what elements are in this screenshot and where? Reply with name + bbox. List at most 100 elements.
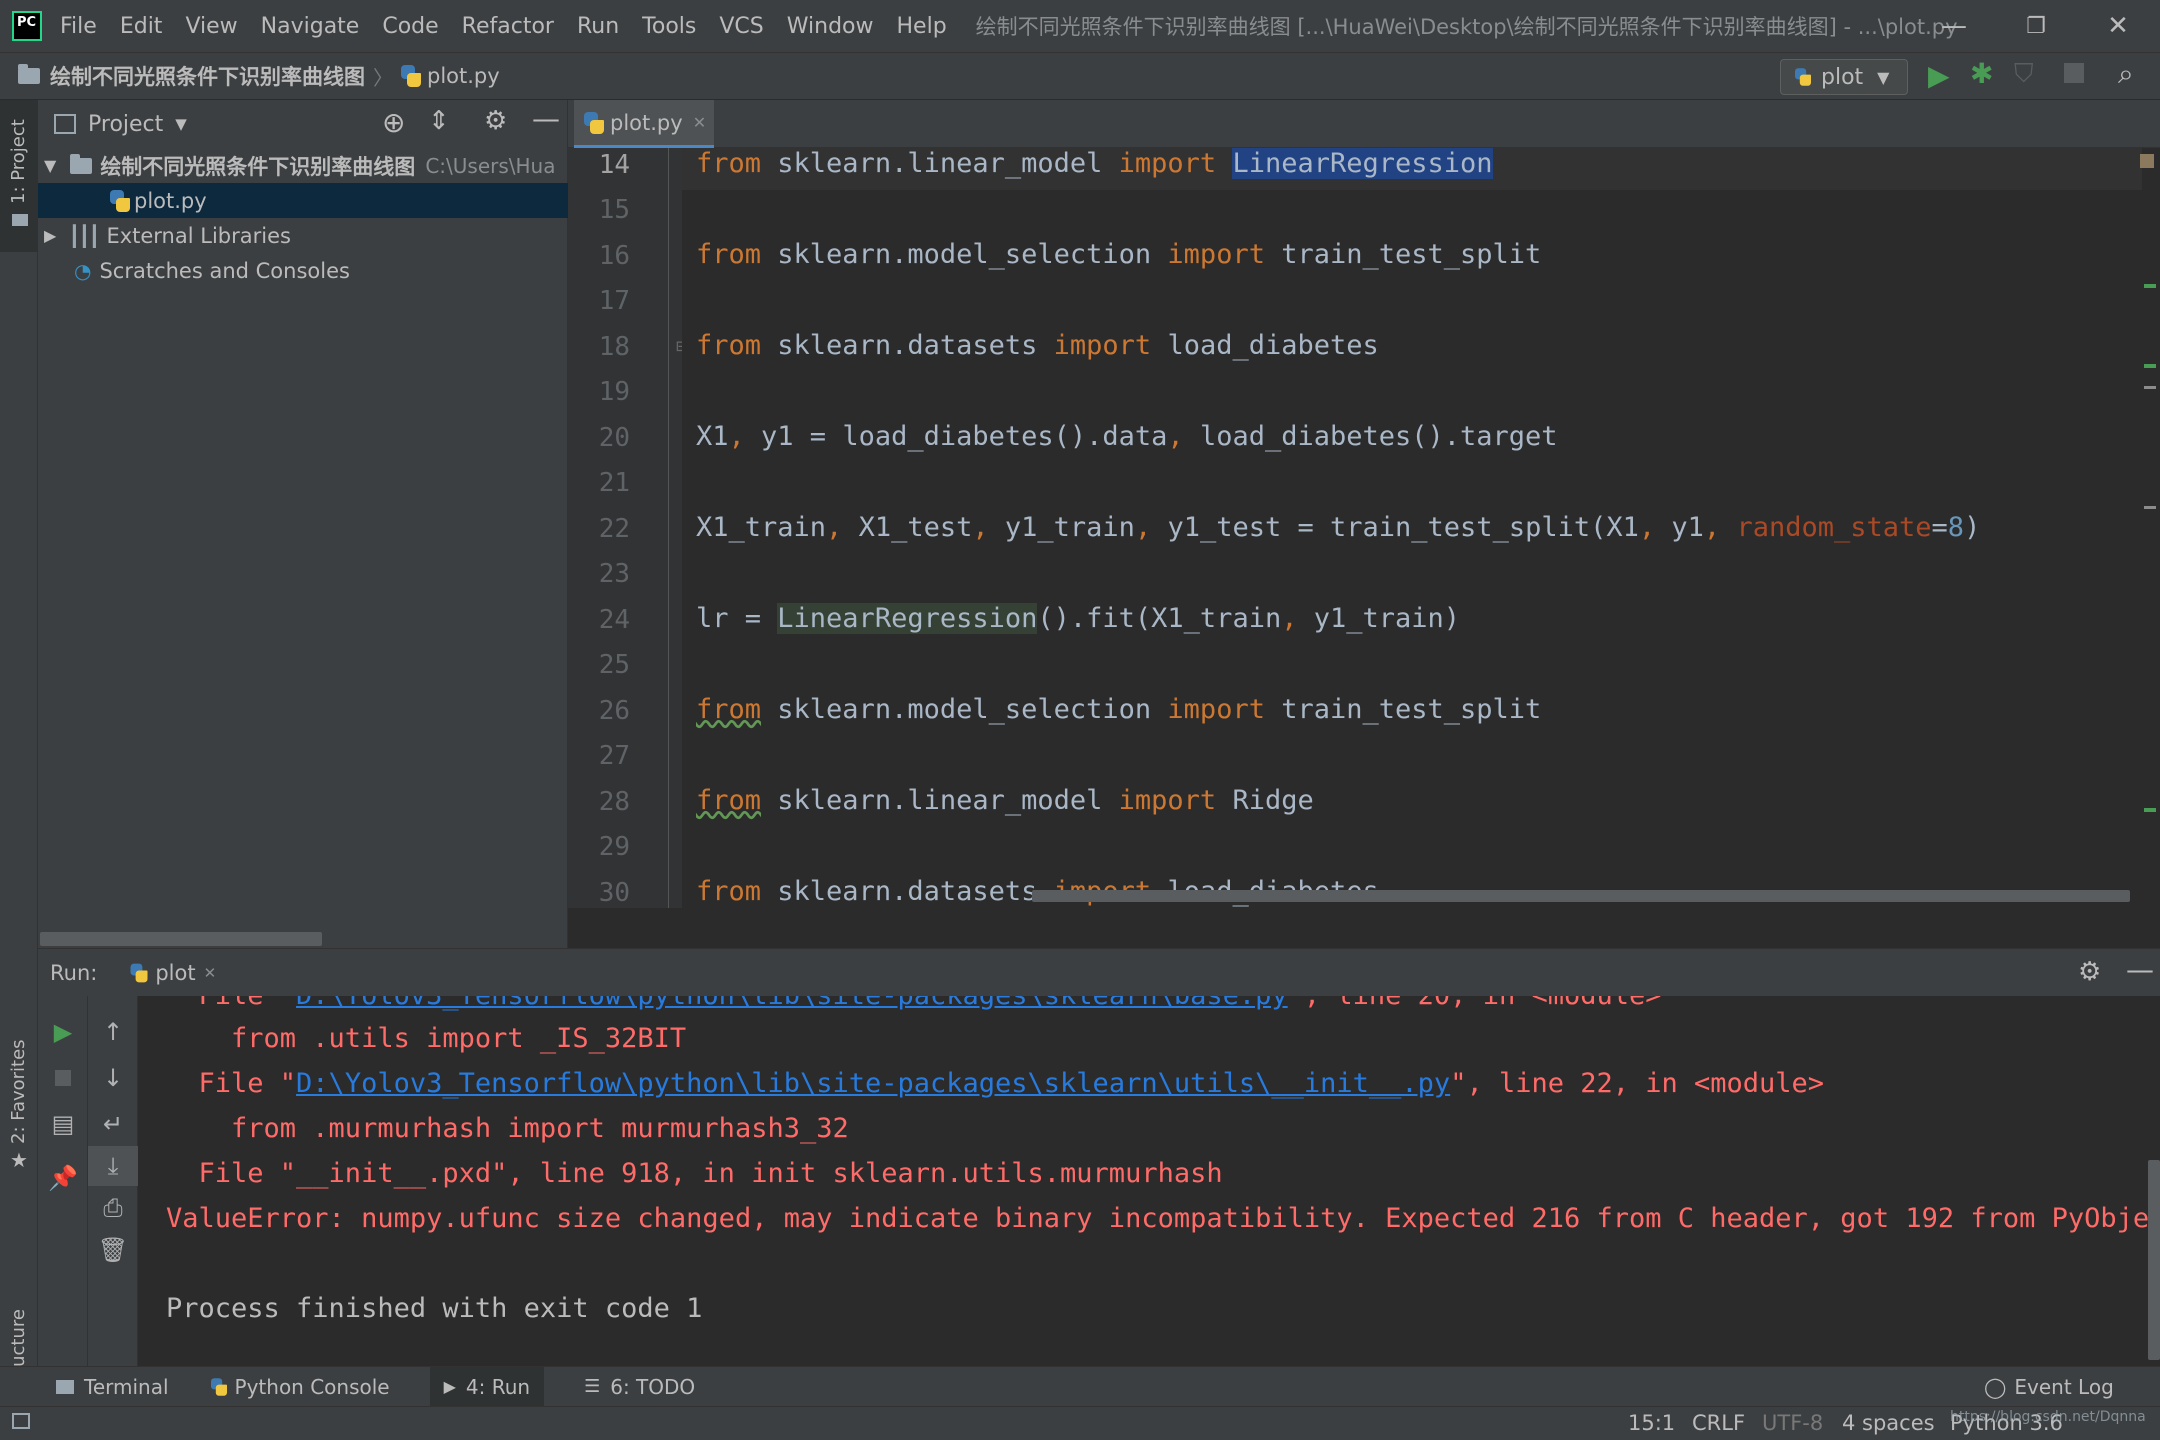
menu-refactor[interactable]: Refactor <box>462 14 554 39</box>
tab-terminal-label: Terminal <box>84 1374 169 1399</box>
soft-wrap-icon[interactable]: ↵ <box>88 1104 138 1144</box>
menu-run[interactable]: Run <box>577 14 619 39</box>
tab-terminal[interactable]: Terminal <box>56 1375 169 1399</box>
search-icon[interactable]: ⌕ <box>2118 57 2134 91</box>
chevron-down-icon: ▼ <box>1877 67 1890 87</box>
menu-vcs[interactable]: VCS <box>719 14 763 39</box>
stop-icon[interactable] <box>2064 63 2084 83</box>
locate-icon[interactable]: ⊕ <box>382 106 405 139</box>
menu-code[interactable]: Code <box>382 14 438 39</box>
gear-icon[interactable]: ⚙ <box>484 106 507 136</box>
error-stripe-marker[interactable] <box>2144 808 2156 812</box>
menu-navigate[interactable]: Navigate <box>261 14 360 39</box>
line-number: 15 <box>598 195 630 225</box>
tab-python-console-label: Python Console <box>234 1374 390 1399</box>
breadcrumb-file[interactable]: plot.py <box>427 64 500 88</box>
error-stripe-marker[interactable] <box>2144 386 2156 389</box>
run-tab-label[interactable]: plot <box>155 961 195 985</box>
console-file-link[interactable]: D:\Yolov3_Tensorflow\python\lib\site-pac… <box>296 996 1288 1011</box>
tree-item-label: Scratches and Consoles <box>99 258 350 283</box>
line-number: 20 <box>598 423 630 453</box>
pin-icon[interactable]: 📌 <box>38 1158 88 1198</box>
rerun-icon[interactable]: ▶ <box>38 1012 88 1052</box>
breadcrumb-project[interactable]: 绘制不同光照条件下识别率曲线图 <box>50 61 365 91</box>
menu-view[interactable]: View <box>185 14 237 39</box>
code-editor[interactable]: from sklearn.linear_model import LinearR… <box>682 148 2160 908</box>
tab-project[interactable]: 1: Project <box>8 119 29 204</box>
trash-icon[interactable]: 🗑 <box>88 1230 138 1270</box>
line-number: 18 <box>598 332 630 362</box>
breadcrumb-separator-icon: 〉 <box>373 65 393 90</box>
stop-button[interactable] <box>38 1058 88 1098</box>
file-encoding[interactable]: UTF-8 <box>1762 1411 1823 1435</box>
tab-todo[interactable]: ☰ 6: TODO <box>584 1375 695 1399</box>
chevron-down-icon[interactable]: ▼ <box>175 115 187 133</box>
collapse-all-icon[interactable]: ⇕ <box>428 106 450 136</box>
close-run-tab-icon[interactable]: ✕ <box>204 964 217 982</box>
tree-root-folder[interactable]: ▼ 绘制不同光照条件下识别率曲线图 C:\Users\Hua <box>38 148 568 183</box>
error-stripe-marker[interactable] <box>2144 506 2156 509</box>
restore-button[interactable]: ❐ <box>1996 0 2076 52</box>
line-number: 22 <box>598 514 630 544</box>
line-number: 25 <box>598 650 630 680</box>
tab-event-log-label: Event Log <box>2014 1375 2114 1399</box>
project-view-label[interactable]: Project <box>88 112 163 137</box>
caret-position[interactable]: 15:1 <box>1628 1411 1675 1435</box>
console-line: File "D:\Yolov3_Tensorflow\python\lib\si… <box>166 1068 1825 1099</box>
menu-file[interactable]: File <box>60 14 97 39</box>
minimize-button[interactable]: — <box>1914 0 1994 52</box>
run-icon[interactable]: ▶ <box>1928 59 1950 92</box>
tab-favorites[interactable]: 2: Favorites <box>8 1039 29 1144</box>
coverage-icon[interactable]: ⛉ <box>2014 59 2034 90</box>
menu-tools[interactable]: Tools <box>642 14 696 39</box>
folder-icon <box>70 153 93 174</box>
inspection-status-icon[interactable] <box>2140 154 2154 168</box>
editor-horizontal-scrollbar[interactable] <box>1032 890 2130 902</box>
error-stripe-marker[interactable] <box>2144 364 2156 368</box>
error-stripe-marker[interactable] <box>2144 284 2156 288</box>
tab-python-console[interactable]: Python Console <box>209 1375 390 1399</box>
close-tab-icon[interactable]: ✕ <box>693 113 706 132</box>
horizontal-scrollbar[interactable] <box>40 932 322 946</box>
indent-setting[interactable]: 4 spaces <box>1842 1411 1935 1435</box>
editor-tabs: plot.py ✕ <box>568 100 2160 148</box>
tree-external-libraries[interactable]: ▶ ┃┃┃ External Libraries <box>38 218 568 253</box>
layout-icon[interactable]: ▤ <box>38 1104 88 1144</box>
tab-run[interactable]: ▶ 4: Run <box>429 1366 545 1407</box>
up-arrow-icon[interactable]: ↑ <box>88 1012 138 1052</box>
star-icon: ★ <box>10 1148 28 1172</box>
menu-edit[interactable]: Edit <box>120 14 163 39</box>
close-button[interactable]: ✕ <box>2078 0 2158 52</box>
console-line: from .utils import _IS_32BIT <box>166 1023 687 1054</box>
hide-icon[interactable]: — <box>532 102 560 135</box>
debug-icon[interactable]: ✱ <box>1970 57 1993 90</box>
console-output[interactable]: File "D:\Yolov3_Tensorflow\python\lib\si… <box>138 996 2148 1366</box>
tab-event-log[interactable]: ◯ Event Log <box>1984 1375 2114 1399</box>
stop-icon <box>55 1070 71 1086</box>
expanded-arrow-icon[interactable]: ▼ <box>44 156 56 175</box>
console-exit-line: Process finished with exit code 1 <box>166 1293 703 1324</box>
menu-window[interactable]: Window <box>787 14 874 39</box>
tool-windows-toggle-icon[interactable] <box>12 1413 30 1429</box>
tree-scratches[interactable]: ◔ Scratches and Consoles <box>38 253 568 288</box>
line-number-gutter: 14 15 16 17 18 19 20 21 22 23 24 25 26 2… <box>568 148 687 908</box>
down-arrow-icon[interactable]: ↓ <box>88 1058 138 1098</box>
hide-icon[interactable]: — <box>2126 953 2154 986</box>
collapsed-arrow-icon[interactable]: ▶ <box>44 226 56 245</box>
code-line-28: from sklearn.linear_model import Ridge <box>696 785 1314 816</box>
menu-help[interactable]: Help <box>897 14 947 39</box>
python-icon <box>130 963 148 982</box>
console-file-link[interactable]: D:\Yolov3_Tensorflow\python\lib\site-pac… <box>296 1068 1450 1099</box>
run-config-selector[interactable]: plot ▼ <box>1780 59 1908 95</box>
tree-item-plot-py[interactable]: plot.py <box>38 183 568 218</box>
tab-plot-py[interactable]: plot.py ✕ <box>574 100 714 148</box>
print-icon[interactable]: ⎙ <box>88 1188 138 1228</box>
event-log-icon: ◯ <box>1984 1375 2007 1399</box>
console-vertical-scrollbar[interactable] <box>2148 1160 2160 1360</box>
gear-icon[interactable]: ⚙ <box>2078 957 2101 987</box>
line-separator[interactable]: CRLF <box>1692 1411 1745 1435</box>
project-panel-header: Project ▼ ⊕ ⇕ ⚙ — <box>38 100 567 148</box>
scroll-to-end-icon[interactable]: ⤓ <box>88 1146 138 1186</box>
line-number: 23 <box>598 559 630 589</box>
console-line: File "D:\Yolov3_Tensorflow\python\lib\si… <box>166 996 1662 1011</box>
